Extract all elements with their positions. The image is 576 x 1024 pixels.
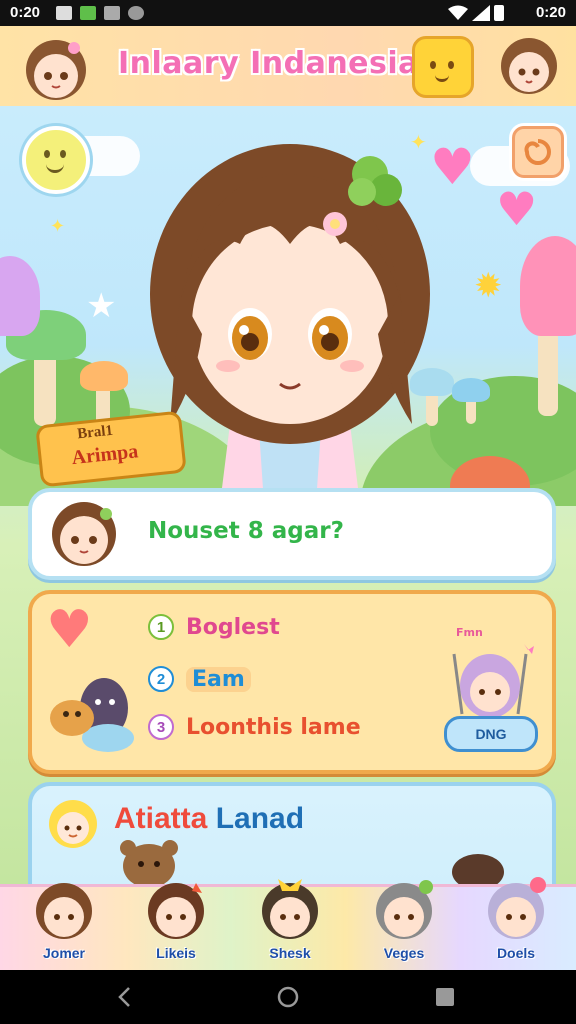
tab-shesk[interactable]: Shesk: [240, 879, 340, 970]
character-illustration: [150, 144, 430, 504]
signal-icon: [472, 5, 490, 21]
sparkle-icon: ✦: [50, 216, 66, 237]
menu-number: 2: [148, 666, 174, 692]
menu-card: ♥ 1 Boglest 2 Eam 3 Loonthis lame Fmn DN…: [28, 590, 556, 774]
tab-label: Doels: [496, 945, 536, 961]
app-icon: [80, 6, 96, 20]
wifi-icon: [448, 5, 468, 20]
menu-number: 1: [148, 614, 174, 640]
menu-item-1[interactable]: 1 Boglest: [148, 612, 280, 642]
star-icon: ★: [86, 286, 117, 326]
system-nav-bar: [0, 970, 576, 1024]
heart-icon: ♥: [496, 182, 538, 236]
tab-veges[interactable]: Veges: [354, 880, 454, 970]
profile-avatar[interactable]: [16, 30, 96, 104]
photo-icon: [104, 6, 120, 20]
tab-avatar-icon: [488, 877, 546, 939]
land-title-part-1: Atiatta: [114, 802, 208, 835]
tab-avatar-icon: [36, 883, 92, 939]
tab-label: Shesk: [269, 945, 311, 961]
tab-avatar-icon: [376, 880, 433, 939]
home-icon[interactable]: [275, 984, 301, 1010]
tab-jomer[interactable]: Jomer: [14, 883, 114, 970]
sun-character-icon: [49, 800, 97, 848]
app-screen: Inlaary Indanesia ♥ ♥ ✹ ★ ✦ ✦ Bral1 Arim…: [0, 26, 576, 970]
app-title: Inlaary Indanesia: [118, 46, 419, 81]
heart-icon: ♥: [46, 600, 93, 660]
menu-number: 3: [148, 714, 174, 740]
sun-icon: ✹: [474, 266, 503, 306]
smile-badge-icon[interactable]: [22, 126, 90, 194]
tab-avatar-icon: [262, 879, 318, 939]
play-button[interactable]: DNG: [444, 716, 538, 752]
battery-icon: [494, 5, 504, 21]
menu-item-label: Eam: [186, 666, 251, 692]
hero-scene: ♥ ♥ ✹ ★ ✦ ✦ Bral1 Arimpa: [0, 106, 576, 506]
header-bar: Inlaary Indanesia: [0, 26, 576, 109]
swirl-button-icon[interactable]: [512, 126, 564, 178]
tab-likeis[interactable]: Likeis: [126, 883, 226, 970]
menu-item-3[interactable]: 3 Loonthis lame: [148, 712, 361, 742]
bottom-tab-bar: Jomer Likeis Shesk Veges Doels: [0, 877, 576, 970]
friend-avatar[interactable]: [496, 32, 562, 98]
image-icon: [56, 6, 72, 20]
tab-label: Jomer: [42, 945, 86, 961]
tab-label: Likeis: [156, 945, 196, 961]
status-time: 0:20: [10, 4, 41, 21]
tab-label: Veges: [383, 945, 425, 961]
recents-icon[interactable]: [432, 984, 458, 1010]
message-card[interactable]: Nouset 8 agar?: [28, 488, 556, 580]
play-label: Fmn: [456, 626, 483, 639]
notification-icon: [128, 6, 144, 20]
land-title: Atiatta Lanad: [114, 802, 304, 836]
menu-item-label: Loonthis lame: [186, 714, 361, 740]
sign-line-1: Bral1: [76, 422, 114, 443]
status-bar: 0:20 0:20: [0, 0, 576, 26]
tab-doels[interactable]: Doels: [466, 877, 566, 970]
status-time-right: 0:20: [535, 4, 566, 21]
land-title-part-2: Lanad: [215, 802, 305, 835]
menu-item-2[interactable]: 2 Eam: [148, 664, 251, 694]
tab-avatar-icon: [148, 883, 204, 939]
sign-line-2: Arimpa: [70, 440, 140, 470]
back-icon[interactable]: [112, 984, 138, 1010]
message-avatar: [42, 494, 126, 570]
mascot-badge-icon[interactable]: [412, 36, 474, 98]
menu-item-label: Boglest: [186, 614, 280, 640]
pets-illustration: [50, 678, 134, 752]
message-text: Nouset 8 agar?: [148, 518, 344, 544]
